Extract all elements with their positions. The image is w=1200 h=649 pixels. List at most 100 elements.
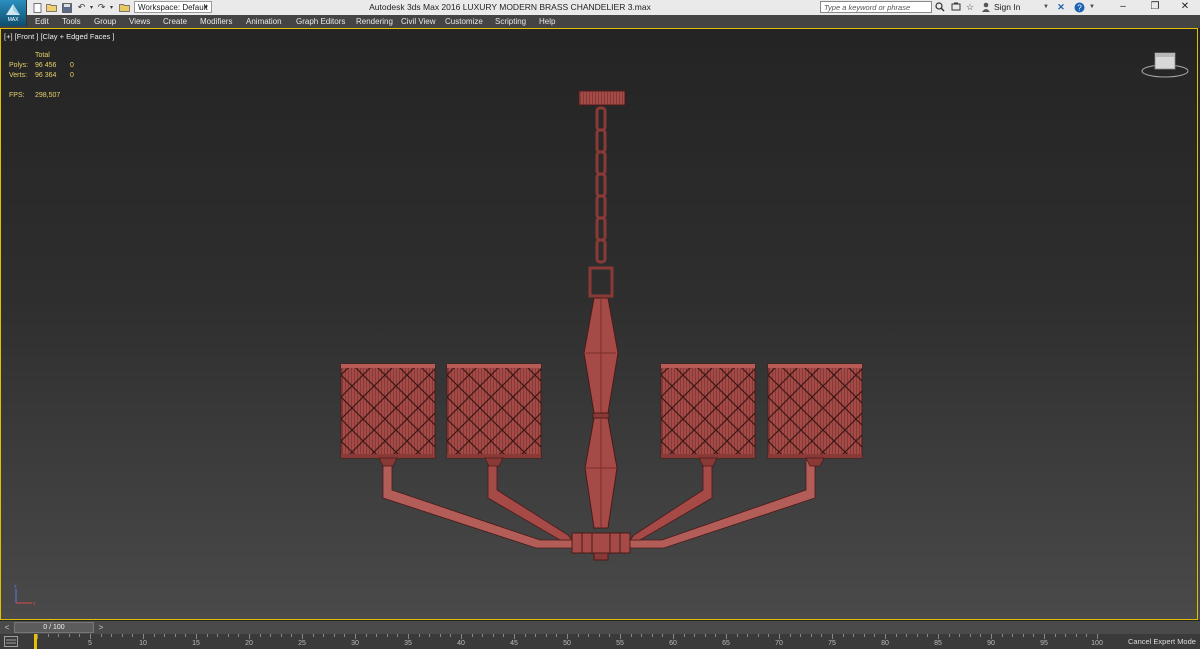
ruler-tick: [365, 634, 367, 637]
ruler-tick: [227, 634, 229, 637]
ruler-tick: [397, 634, 399, 637]
ruler-tick: [842, 634, 844, 637]
ruler-tick: [726, 634, 727, 639]
time-slider-thumb[interactable]: 0 / 100: [14, 622, 94, 633]
project-folder-icon[interactable]: [119, 2, 130, 13]
ruler-tick-label: 85: [934, 640, 942, 647]
ruler-tick: [121, 634, 123, 637]
chevron-left-icon[interactable]: <: [2, 622, 12, 633]
ruler-tick: [1097, 634, 1098, 639]
ruler-tick: [620, 634, 621, 639]
ruler-tick: [344, 634, 346, 637]
menu-graph-editors[interactable]: Graph Editors: [296, 15, 345, 28]
help-icon[interactable]: ?: [1073, 1, 1085, 13]
user-icon[interactable]: [980, 1, 992, 13]
time-slider[interactable]: < 0 / 100 >: [0, 620, 1200, 635]
menu-group[interactable]: Group: [94, 15, 116, 28]
ruler-tick: [1086, 634, 1088, 637]
ruler-tick-label: 55: [616, 640, 624, 647]
ruler-tick: [885, 634, 886, 639]
ruler-tick: [588, 634, 590, 637]
ruler-tick: [111, 634, 113, 637]
ruler-tick-label: 75: [828, 640, 836, 647]
ruler-tick: [185, 634, 187, 637]
ruler-tick: [524, 634, 526, 637]
ruler-tick: [259, 634, 261, 637]
chevron-down-icon[interactable]: ▼: [1086, 1, 1098, 13]
maximize-button[interactable]: ❐: [1140, 0, 1170, 14]
ruler-tick-label: 5: [88, 640, 92, 647]
exchange-apps-icon[interactable]: ✕: [1055, 1, 1067, 13]
menu-civil-view[interactable]: Civil View: [401, 15, 436, 28]
ruler-tick: [1022, 634, 1024, 637]
ruler-tick-label: 30: [351, 640, 359, 647]
ruler-tick: [100, 634, 102, 637]
open-file-icon[interactable]: [46, 2, 57, 13]
ruler-tick: [143, 634, 144, 639]
title-bar: ↶ ▾ ↷ ▾ Workspace: Default ▼ Autodesk 3d…: [0, 0, 1200, 16]
ruler-tick: [704, 634, 706, 637]
ruler-tick: [874, 634, 876, 637]
ruler-tick-label: 65: [722, 640, 730, 647]
ruler-tick: [545, 634, 547, 637]
menu-help[interactable]: Help: [539, 15, 555, 28]
ruler-tick: [249, 634, 250, 639]
ruler-tick: [386, 634, 388, 637]
track-ruler[interactable]: 5 10 15 20 25 30 35 40 45 50 55 60 65 70 75 80 85 90 95 100: [36, 634, 1103, 649]
ruler-tick: [567, 634, 568, 639]
chevron-right-icon[interactable]: >: [96, 622, 106, 633]
ruler-tick: [821, 634, 823, 637]
chevron-down-icon[interactable]: ▼: [1040, 1, 1052, 13]
minimize-button[interactable]: –: [1108, 0, 1138, 14]
menu-create[interactable]: Create: [163, 15, 187, 28]
subscription-icon[interactable]: [950, 1, 962, 13]
ruler-tick: [673, 634, 674, 639]
ruler-tick: [1044, 634, 1045, 639]
ruler-tick-label: 100: [1091, 640, 1103, 647]
track-bar[interactable]: 5 10 15 20 25 30 35 40 45 50 55 60 65 70 75 80 85 90 95 100…: [0, 634, 1200, 649]
ruler-tick: [800, 634, 802, 637]
mini-curve-editor-icon[interactable]: [4, 636, 18, 647]
ruler-tick-label: 50: [563, 640, 571, 647]
menu-views[interactable]: Views: [129, 15, 150, 28]
menu-animation[interactable]: Animation: [246, 15, 282, 28]
ruler-tick: [736, 634, 738, 637]
communication-center-icon[interactable]: ☆: [964, 1, 976, 13]
menu-modifiers[interactable]: Modifiers: [200, 15, 232, 28]
menu-customize[interactable]: Customize: [445, 15, 483, 28]
ruler-tick: [906, 634, 908, 637]
ruler-tick-label: 10: [139, 640, 147, 647]
ruler-tick: [323, 634, 325, 637]
ruler-tick: [429, 634, 431, 637]
search-input[interactable]: Type a keyword or phrase: [820, 1, 932, 13]
menu-bar: Edit Tools Group Views Create Modifiers …: [0, 15, 1200, 28]
close-button[interactable]: ✕: [1170, 0, 1200, 14]
ruler-tick: [79, 634, 81, 637]
ruler-tick: [927, 634, 929, 637]
menu-rendering[interactable]: Rendering: [356, 15, 393, 28]
ruler-tick: [291, 634, 293, 637]
ruler-tick-label: 95: [1040, 640, 1048, 647]
new-file-icon[interactable]: [32, 2, 43, 13]
ruler-tick: [206, 634, 208, 637]
ruler-tick: [418, 634, 420, 637]
redo-dropdown-icon[interactable]: ▾: [106, 2, 117, 13]
sign-in-button[interactable]: Sign In: [994, 1, 1020, 14]
ruler-tick: [757, 634, 759, 637]
cancel-expert-mode-button[interactable]: Cancel Expert Mode: [1128, 634, 1196, 649]
ruler-tick: [694, 634, 696, 637]
menu-edit[interactable]: Edit: [35, 15, 49, 28]
current-frame-marker[interactable]: [34, 634, 37, 649]
ruler-tick: [164, 634, 166, 637]
app-menu-button[interactable]: MAX: [0, 0, 27, 26]
ruler-tick-label: 40: [457, 640, 465, 647]
menu-tools[interactable]: Tools: [62, 15, 81, 28]
ruler-tick: [47, 634, 49, 637]
menu-scripting[interactable]: Scripting: [495, 15, 526, 28]
ruler-tick-label: 20: [245, 640, 253, 647]
workspace-dropdown[interactable]: Workspace: Default ▼: [134, 1, 212, 13]
search-icon[interactable]: [934, 1, 946, 13]
ruler-tick: [1054, 634, 1056, 637]
save-icon[interactable]: [61, 2, 72, 13]
ruler-tick: [270, 634, 272, 637]
